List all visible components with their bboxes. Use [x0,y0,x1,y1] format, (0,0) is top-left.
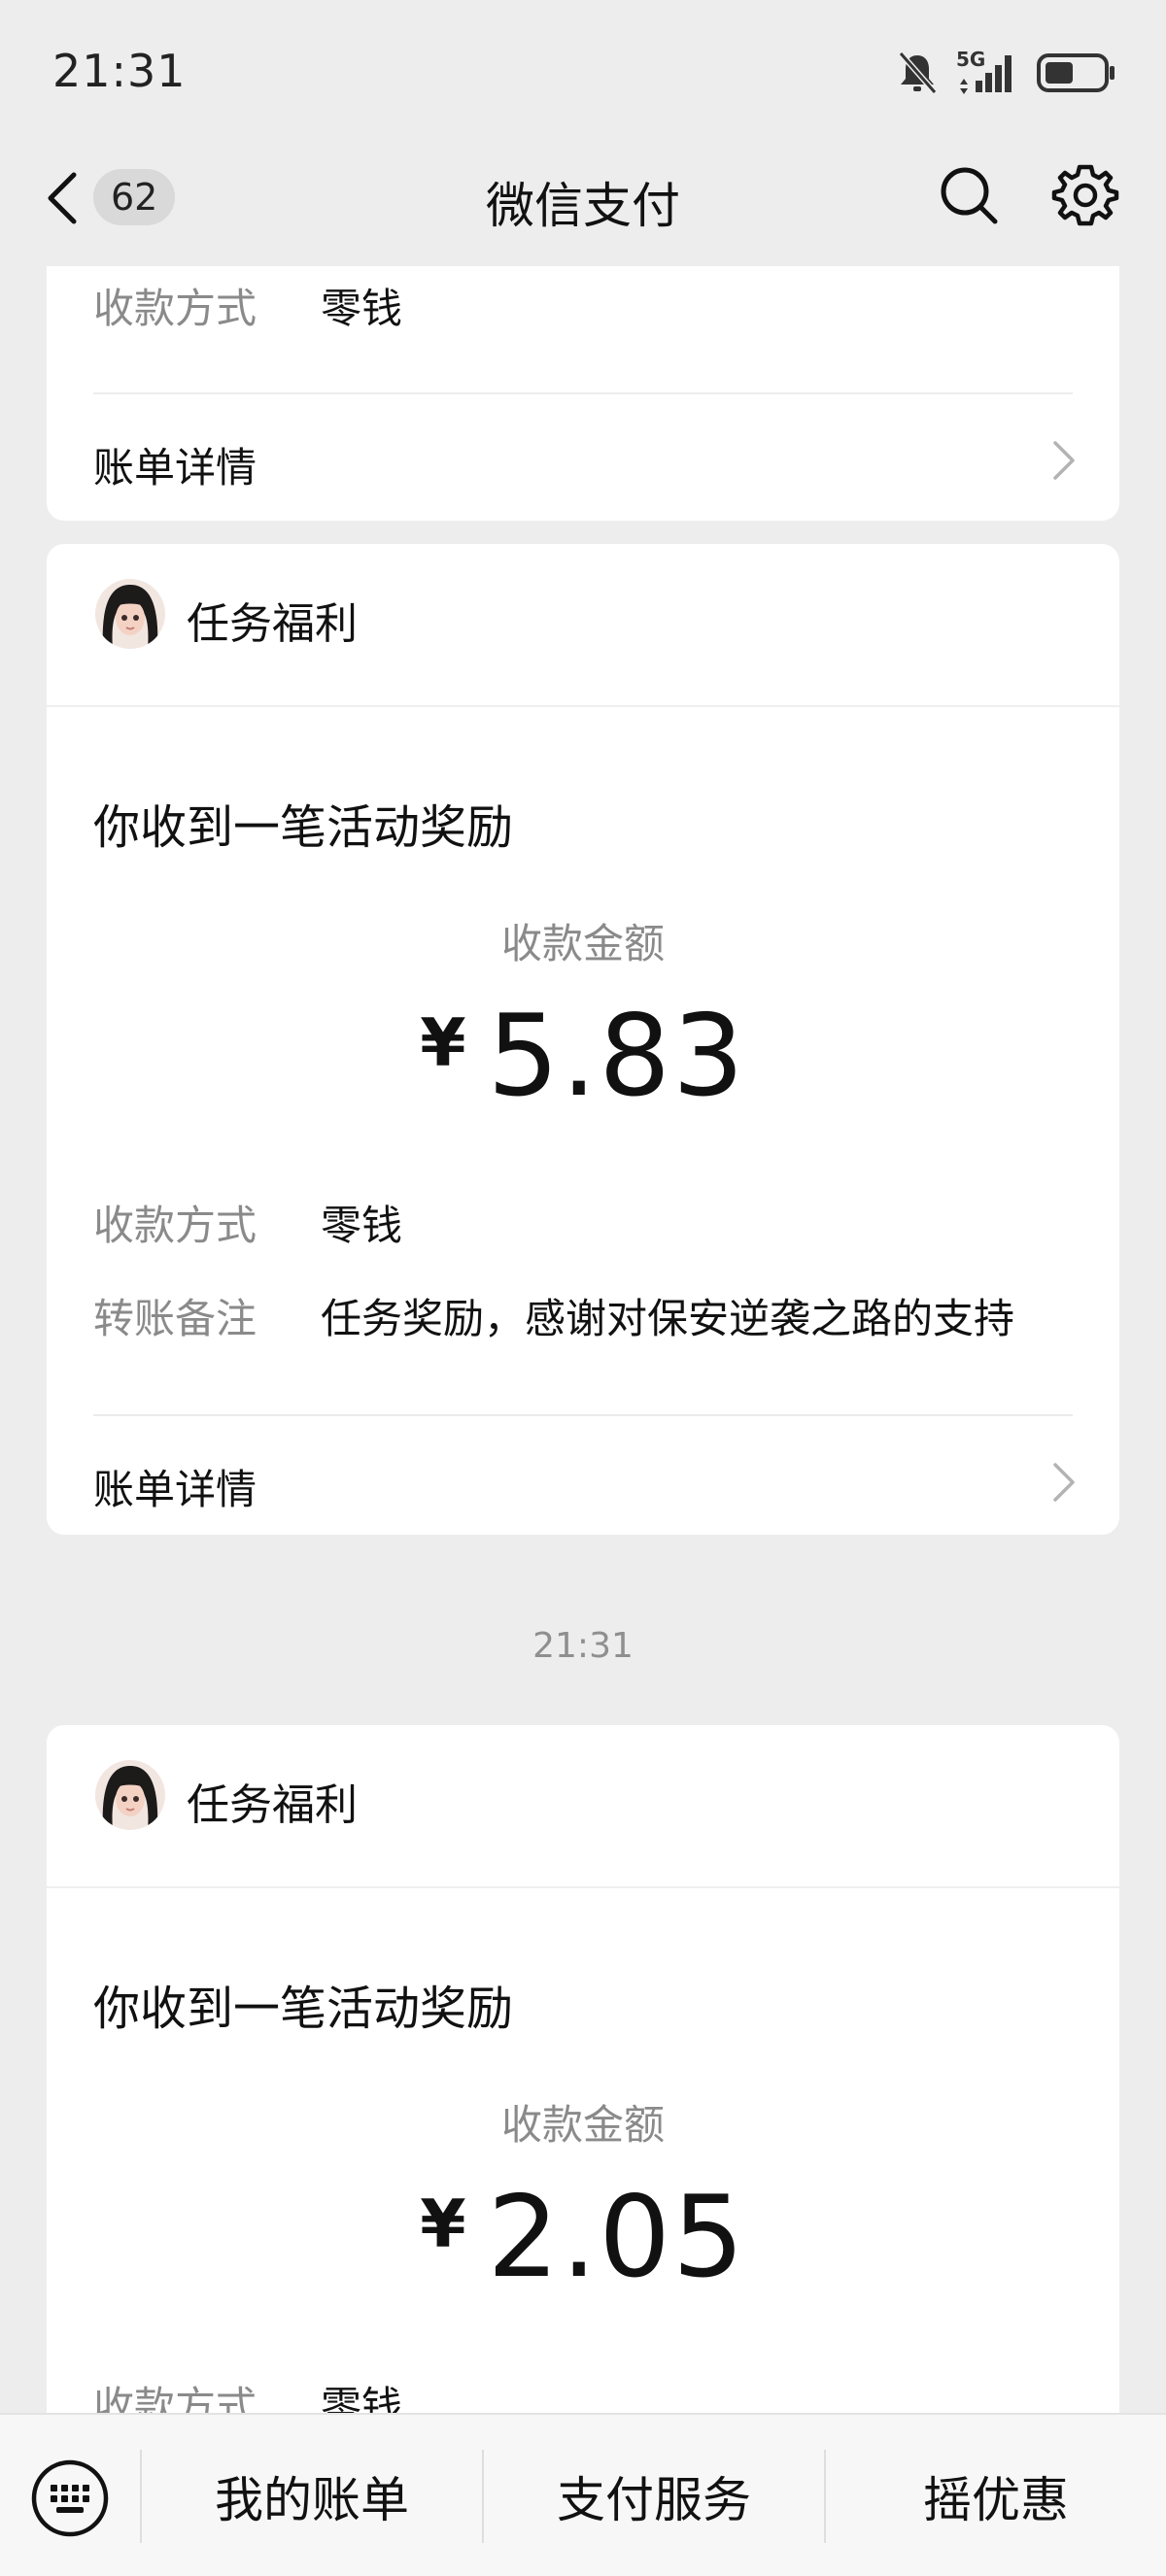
method-label: 收款方式 [93,1202,257,1249]
divider [93,392,1073,394]
amount-value: 5.83 [487,991,746,1122]
amount-label: 收款金额 [500,2101,665,2149]
amount-label: 收款金额 [500,920,665,967]
tab-my-bills[interactable]: 我的账单 [142,2461,482,2539]
nav-bar: 62 微信支付 [0,146,1166,266]
method-label: 收款方式 [93,2383,257,2413]
message-timestamp: 21:31 [532,1626,634,1666]
divider [93,1414,1073,1416]
method-value: 零钱 [321,285,403,332]
amount: ¥5.83 [47,991,1119,1122]
tab-shake-offers[interactable]: 摇优惠 [826,2461,1166,2539]
note-label: 转账备注 [93,1295,257,1342]
note-value: 任务奖励，感谢对保安逆袭之路的支持 [321,1295,1015,1342]
status-time: 21:31 [52,45,187,97]
method-value: 零钱 [321,1202,403,1249]
amount: ¥2.05 [47,2172,1119,2303]
divider [47,1886,1119,1888]
search-icon[interactable] [937,163,1001,227]
currency-symbol: ¥ [420,2186,466,2263]
mute-icon [898,51,938,94]
avatar [95,579,165,649]
method-value: 零钱 [321,2383,403,2413]
chevron-right-icon[interactable] [1049,1461,1077,1504]
bill-detail-link[interactable]: 账单详情 [93,435,257,494]
method-label: 收款方式 [93,285,257,332]
amount-value: 2.05 [487,2172,746,2303]
payment-card[interactable]: 任务福利 你收到一笔活动奖励 收款金额 ¥2.05 收款方式 零钱 [47,1725,1119,2413]
payment-card[interactable]: 任务福利 你收到一笔活动奖励 收款金额 ¥5.83 收款方式 零钱 转账备注 任… [47,544,1119,1535]
avatar [95,1760,165,1830]
tab-payment-services[interactable]: 支付服务 [484,2461,824,2539]
keyboard-icon[interactable] [29,2457,111,2539]
battery-icon [1037,53,1115,92]
status-bar: 21:31 5G [0,0,1166,146]
chevron-right-icon[interactable] [1049,439,1077,482]
sender-name: 任务福利 [187,599,358,649]
card-heading: 你收到一笔活动奖励 [93,800,514,855]
bottom-menu-bar: 我的账单 支付服务 摇优惠 [0,2413,1166,2576]
divider [47,705,1119,707]
bill-detail-link[interactable]: 账单详情 [93,1457,257,1516]
signal-icon: 5G [956,48,1018,96]
currency-symbol: ¥ [420,1005,466,1082]
card-heading: 你收到一笔活动奖励 [93,1982,514,2036]
gear-icon[interactable] [1051,161,1119,229]
payment-card-partial: 收款方式 零钱 账单详情 [47,266,1119,521]
sender-name: 任务福利 [187,1780,358,1830]
message-list[interactable]: 收款方式 零钱 账单详情 任务福利 你收到一笔活动奖励 收款金额 ¥5.83 收… [0,266,1166,2413]
status-icons: 5G [896,47,1117,99]
